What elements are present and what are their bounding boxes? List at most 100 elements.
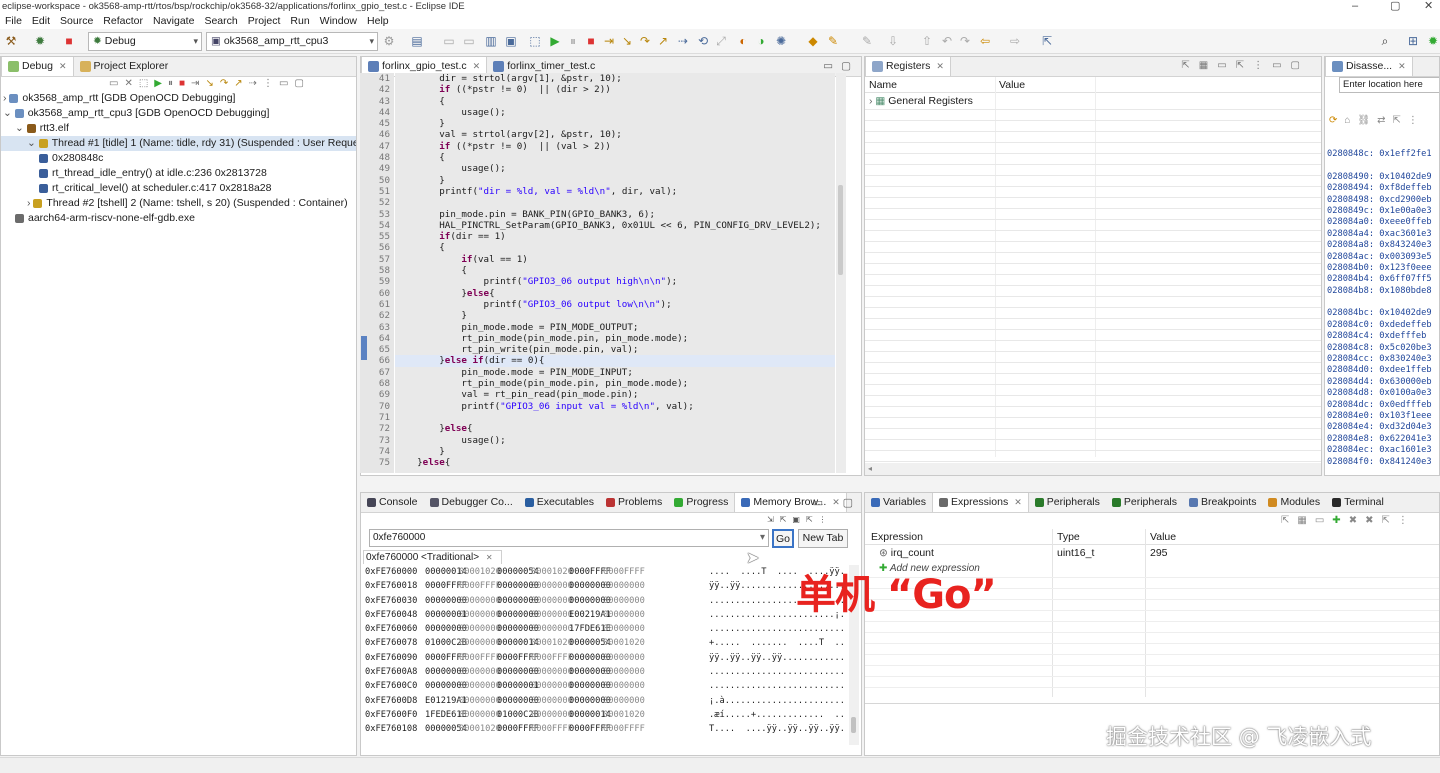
tab-progress[interactable]: Progress: [668, 493, 734, 512]
tab-breakpoints[interactable]: Breakpoints: [1183, 493, 1262, 512]
disassembly-line[interactable]: 028084e4: 0xd32d04e3: [1327, 422, 1432, 433]
maximize-view-icon[interactable]: ▢: [294, 78, 309, 89]
expression-row[interactable]: ⊛ irq_count uint16_t 295: [879, 546, 1419, 561]
chevron-down-icon[interactable]: ⌄: [15, 122, 27, 134]
debug-tree-item[interactable]: › Thread #2 [tshell] 2 (Name: tshell, s …: [1, 196, 356, 211]
disassembly-line[interactable]: 028084a0: 0xeee0ffeb: [1327, 217, 1432, 228]
minimize-icon[interactable]: –: [1352, 0, 1358, 12]
pin-icon[interactable]: ⇱: [1040, 34, 1054, 48]
tab-debug[interactable]: Debug ✕: [1, 57, 74, 76]
code-line[interactable]: }else{: [395, 288, 835, 299]
expand-icon[interactable]: ⇱: [1281, 515, 1297, 526]
tab-problems[interactable]: Problems: [600, 493, 668, 512]
link-icon[interactable]: ⛓: [1357, 115, 1377, 126]
forward-icon[interactable]: ⇨: [1008, 34, 1022, 48]
code-editor[interactable]: dir = strtol(argv[1], &pstr, 10); if ((*…: [395, 73, 835, 473]
debug-tree-item[interactable]: rt_critical_level() at scheduler.c:417 0…: [1, 181, 356, 196]
debug-tree-item[interactable]: ⌄ Thread #1 [tidle] 1 (Name: tidle, rdy …: [1, 136, 356, 151]
add-icon[interactable]: ✚: [1332, 515, 1348, 526]
terminate-icon[interactable]: ■: [62, 34, 76, 48]
registers-hscroll[interactable]: ◂: [865, 463, 1321, 475]
collapse-icon[interactable]: ▭: [1315, 515, 1332, 526]
chevron-down-icon[interactable]: ⌄: [3, 107, 15, 119]
memory-row[interactable]: 0xFE7600A8 00000000 00000000 00000000 000000…: [365, 665, 843, 679]
layout-icon[interactable]: ▦: [1199, 60, 1217, 71]
code-line[interactable]: pin_mode.mode = PIN_MODE_OUTPUT;: [395, 322, 835, 333]
disassembly-line[interactable]: 028084c0: 0xdedeffeb: [1327, 320, 1432, 331]
menu-project[interactable]: Project: [243, 13, 286, 29]
disassembly-line[interactable]: 028084f0: 0x841240e3: [1327, 457, 1432, 468]
menu-edit[interactable]: Edit: [27, 13, 55, 29]
close-icon[interactable]: ✕: [1398, 57, 1406, 76]
resume-icon[interactable]: ▶: [548, 34, 562, 48]
code-line[interactable]: val = rt_pin_read(pin_mode.pin);: [395, 389, 835, 400]
tab-debugger-console[interactable]: Debugger Co...: [424, 493, 519, 512]
home-icon[interactable]: ⌂: [1344, 115, 1357, 126]
menu-window[interactable]: Window: [315, 13, 362, 29]
disassembly-line[interactable]: 028084a4: 0xac3601e3: [1327, 229, 1432, 240]
minimize-view-icon[interactable]: ▭: [1272, 60, 1290, 71]
tab-variables[interactable]: Variables: [865, 493, 932, 512]
collapse-icon[interactable]: ▭: [109, 78, 124, 89]
code-line[interactable]: printf("GPIO3_06 input val = %ld\n", val…: [395, 401, 835, 412]
suspend-icon[interactable]: ⏸: [566, 34, 580, 48]
code-line[interactable]: }: [395, 118, 835, 129]
tab-memory[interactable]: Memory Brow... ✕: [734, 493, 847, 512]
pin-icon[interactable]: ⇱: [1236, 60, 1253, 71]
memory-rendering-tab[interactable]: 0xfe760000 <Traditional> ✕: [363, 550, 502, 564]
annotation-icon[interactable]: ✎: [860, 34, 874, 48]
new-tab-button[interactable]: New Tab: [798, 529, 848, 548]
memory-row[interactable]: 0xFE7600D8 E01219A1 00000000 00000000 000000…: [365, 694, 843, 708]
pin-icon[interactable]: ⇱: [1381, 515, 1397, 526]
code-line[interactable]: {: [395, 265, 835, 276]
memory-row[interactable]: 0xFE760078 01000C2B 00000000 00000014 000010…: [365, 636, 843, 650]
view-menu-icon[interactable]: ⋮: [263, 78, 279, 89]
maximize-view-icon[interactable]: ▢: [841, 60, 851, 72]
code-line[interactable]: }else{: [395, 457, 835, 468]
code-line[interactable]: rt_pin_mode(pin_mode.pin, pin_mode.mode)…: [395, 333, 835, 344]
tab-peripherals-2[interactable]: Peripherals: [1106, 493, 1183, 512]
disassembly-line[interactable]: [1327, 160, 1432, 171]
memory-table[interactable]: 0xFE760000 00000014 00001020 00000054 000010…: [365, 565, 843, 745]
register-group-row[interactable]: › ▦ General Registers: [869, 94, 973, 109]
disassembly-line[interactable]: 028084e8: 0x622041e3: [1327, 434, 1432, 445]
menu-refactor[interactable]: Refactor: [98, 13, 148, 29]
memory-row[interactable]: 0xFE760060 00000000 00000000 00000000 000000…: [365, 622, 843, 636]
menu-search[interactable]: Search: [199, 13, 242, 29]
refresh-icon[interactable]: ⟳: [1329, 115, 1344, 126]
memory-address-input[interactable]: 0xfe760000 ▾: [369, 529, 769, 547]
location-input[interactable]: Enter location here: [1339, 77, 1439, 93]
memory-row[interactable]: 0xFE7600C0 00000000 00000000 00000001 000000…: [365, 679, 843, 693]
new-icon[interactable]: ▤: [410, 34, 424, 48]
tab-peripherals[interactable]: Peripherals: [1029, 493, 1106, 512]
search-tool-icon[interactable]: ✎: [826, 34, 840, 48]
disassembly-line[interactable]: 028084bc: 0x10402de9: [1327, 308, 1432, 319]
menu-run[interactable]: Run: [285, 13, 314, 29]
disassembly-line[interactable]: 028084dc: 0x0edfffeb: [1327, 400, 1432, 411]
disassembly-line[interactable]: 028084e0: 0x103f1eee: [1327, 411, 1432, 422]
disconnect-icon[interactable]: ⇥: [602, 34, 616, 48]
remove-all-icon[interactable]: ✖: [1365, 515, 1381, 526]
code-line[interactable]: usage();: [395, 107, 835, 118]
memory-row[interactable]: 0xFE760030 00000000 00000000 00000000 000000…: [365, 594, 843, 608]
stop-icon[interactable]: ■: [584, 34, 598, 48]
memory-row[interactable]: 0xFE760048 00000001 00000000 00000000 000000…: [365, 608, 843, 622]
close-window-icon[interactable]: ✕: [1424, 0, 1433, 12]
tab-registers[interactable]: Registers ✕: [865, 57, 951, 76]
step-over-icon[interactable]: ↷: [220, 78, 234, 89]
maximize-view-icon[interactable]: ▢: [843, 496, 853, 509]
code-line[interactable]: {: [395, 152, 835, 163]
menu-help[interactable]: Help: [362, 13, 394, 29]
tab-console[interactable]: Console: [361, 493, 424, 512]
skip-icon[interactable]: ⬚: [139, 78, 154, 89]
disassembly-line[interactable]: 02808494: 0xf8deffeb: [1327, 183, 1432, 194]
debug-tree-item[interactable]: 0x280848c: [1, 151, 356, 166]
expand-icon[interactable]: ⇱: [1181, 60, 1198, 71]
gear-icon[interactable]: ⚙: [382, 34, 396, 48]
code-line[interactable]: if(val == 1): [395, 254, 835, 265]
chevron-down-icon[interactable]: ⌄: [27, 137, 39, 149]
close-icon[interactable]: ✕: [1014, 493, 1022, 512]
build-icon[interactable]: ⚒: [4, 34, 18, 48]
pin-icon[interactable]: ⇱: [806, 515, 819, 524]
pin-icon[interactable]: ⇱: [1393, 115, 1408, 126]
